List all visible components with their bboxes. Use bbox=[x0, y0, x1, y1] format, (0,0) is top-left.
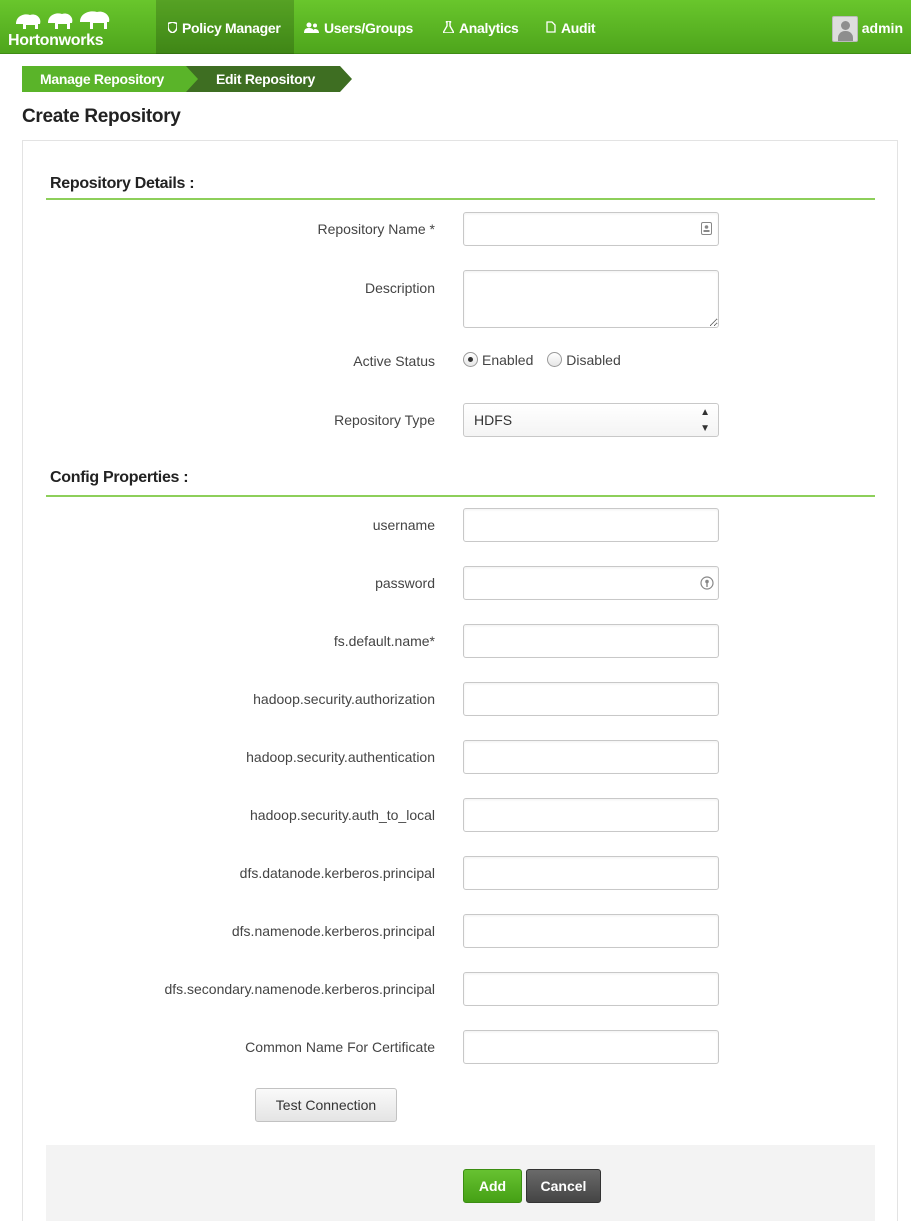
description-label: Description bbox=[364, 280, 435, 296]
elephant-logo-icon bbox=[16, 11, 110, 30]
top-navbar: Hortonworks Policy Manager Users/Groups … bbox=[0, 0, 911, 54]
brand-name: Hortonworks bbox=[8, 32, 104, 49]
nav-audit-label: Audit bbox=[561, 20, 596, 36]
disabled-radio-label[interactable]: Disabled bbox=[566, 352, 620, 368]
dfs-namenode-kerberos-principal-input[interactable] bbox=[463, 914, 719, 948]
password-input[interactable] bbox=[463, 566, 719, 600]
enabled-radio[interactable] bbox=[463, 352, 478, 367]
hadoop-security-authorization-label: hadoop.security.authorization bbox=[253, 691, 435, 707]
flask-icon bbox=[441, 1, 456, 57]
nav-users-groups-label: Users/Groups bbox=[324, 20, 413, 36]
users-icon bbox=[304, 1, 319, 57]
file-icon bbox=[546, 1, 556, 57]
nav-policy-manager[interactable]: Policy Manager bbox=[156, 0, 294, 54]
repository-type-value: HDFS bbox=[474, 412, 513, 428]
dfs-datanode-kerberos-principal-label: dfs.datanode.kerberos.principal bbox=[239, 865, 435, 881]
section-title-config-properties: Config Properties : bbox=[50, 469, 189, 486]
username-label: username bbox=[372, 517, 435, 533]
hadoop-security-auth-to-local-input[interactable] bbox=[463, 798, 719, 832]
repository-name-input[interactable] bbox=[463, 212, 719, 246]
form-actions-bar bbox=[46, 1145, 875, 1221]
hadoop-security-auth-to-local-label: hadoop.security.auth_to_local bbox=[250, 807, 435, 823]
dfs-secondary-namenode-kerberos-principal-input[interactable] bbox=[463, 972, 719, 1006]
repository-type-label: Repository Type bbox=[334, 412, 435, 428]
nav-analytics-label: Analytics bbox=[459, 20, 519, 36]
hadoop-security-authentication-input[interactable] bbox=[463, 740, 719, 774]
active-status-radio-group: Enabled Disabled bbox=[463, 352, 621, 368]
section-title-repository-details: Repository Details : bbox=[50, 175, 195, 192]
shield-icon bbox=[167, 1, 178, 57]
enabled-radio-label[interactable]: Enabled bbox=[482, 352, 533, 368]
page-title: Create Repository bbox=[22, 106, 181, 127]
dfs-secondary-namenode-kerberos-principal-label: dfs.secondary.namenode.kerberos.principa… bbox=[164, 981, 435, 997]
hadoop-security-authentication-label: hadoop.security.authentication bbox=[246, 749, 435, 765]
add-button[interactable]: Add bbox=[463, 1169, 522, 1203]
password-label: password bbox=[375, 575, 435, 591]
select-arrows-icon: ▲ ▼ bbox=[700, 407, 710, 434]
disabled-radio[interactable] bbox=[547, 352, 563, 367]
repository-type-select[interactable]: HDFS ▲ ▼ bbox=[463, 403, 719, 437]
nav-analytics[interactable]: Analytics bbox=[441, 0, 519, 57]
hadoop-security-authorization-input[interactable] bbox=[463, 682, 719, 716]
breadcrumb-manage-repository[interactable]: Manage Repository bbox=[22, 66, 200, 92]
cancel-button[interactable]: Cancel bbox=[526, 1169, 601, 1203]
description-textarea[interactable] bbox=[463, 270, 719, 328]
common-name-for-certificate-input[interactable] bbox=[463, 1030, 719, 1064]
dfs-namenode-kerberos-principal-label: dfs.namenode.kerberos.principal bbox=[231, 923, 435, 939]
form-panel bbox=[22, 140, 898, 1221]
nav-audit[interactable]: Audit bbox=[546, 0, 596, 57]
avatar-icon bbox=[831, 16, 858, 43]
user-name: admin bbox=[861, 20, 903, 36]
test-connection-button[interactable]: Test Connection bbox=[255, 1088, 397, 1122]
fs-default-name-label: fs.default.name* bbox=[333, 633, 435, 649]
section-divider bbox=[46, 198, 875, 200]
fs-default-name-input[interactable] bbox=[463, 624, 719, 658]
brand-logo[interactable]: Hortonworks bbox=[6, 6, 116, 50]
section-divider bbox=[46, 495, 875, 497]
contact-card-icon bbox=[701, 222, 712, 238]
common-name-for-certificate-label: Common Name For Certificate bbox=[245, 1039, 435, 1055]
username-input[interactable] bbox=[463, 508, 719, 542]
dfs-datanode-kerberos-principal-input[interactable] bbox=[463, 856, 719, 890]
active-status-label: Active Status bbox=[353, 353, 435, 369]
breadcrumb-edit-repository: Edit Repository bbox=[186, 66, 352, 92]
repository-name-label: Repository Name * bbox=[317, 221, 436, 237]
nav-users-groups[interactable]: Users/Groups bbox=[304, 0, 413, 54]
nav-policy-manager-label: Policy Manager bbox=[182, 20, 281, 36]
user-menu[interactable]: admin bbox=[831, 13, 903, 43]
key-icon bbox=[700, 576, 714, 593]
